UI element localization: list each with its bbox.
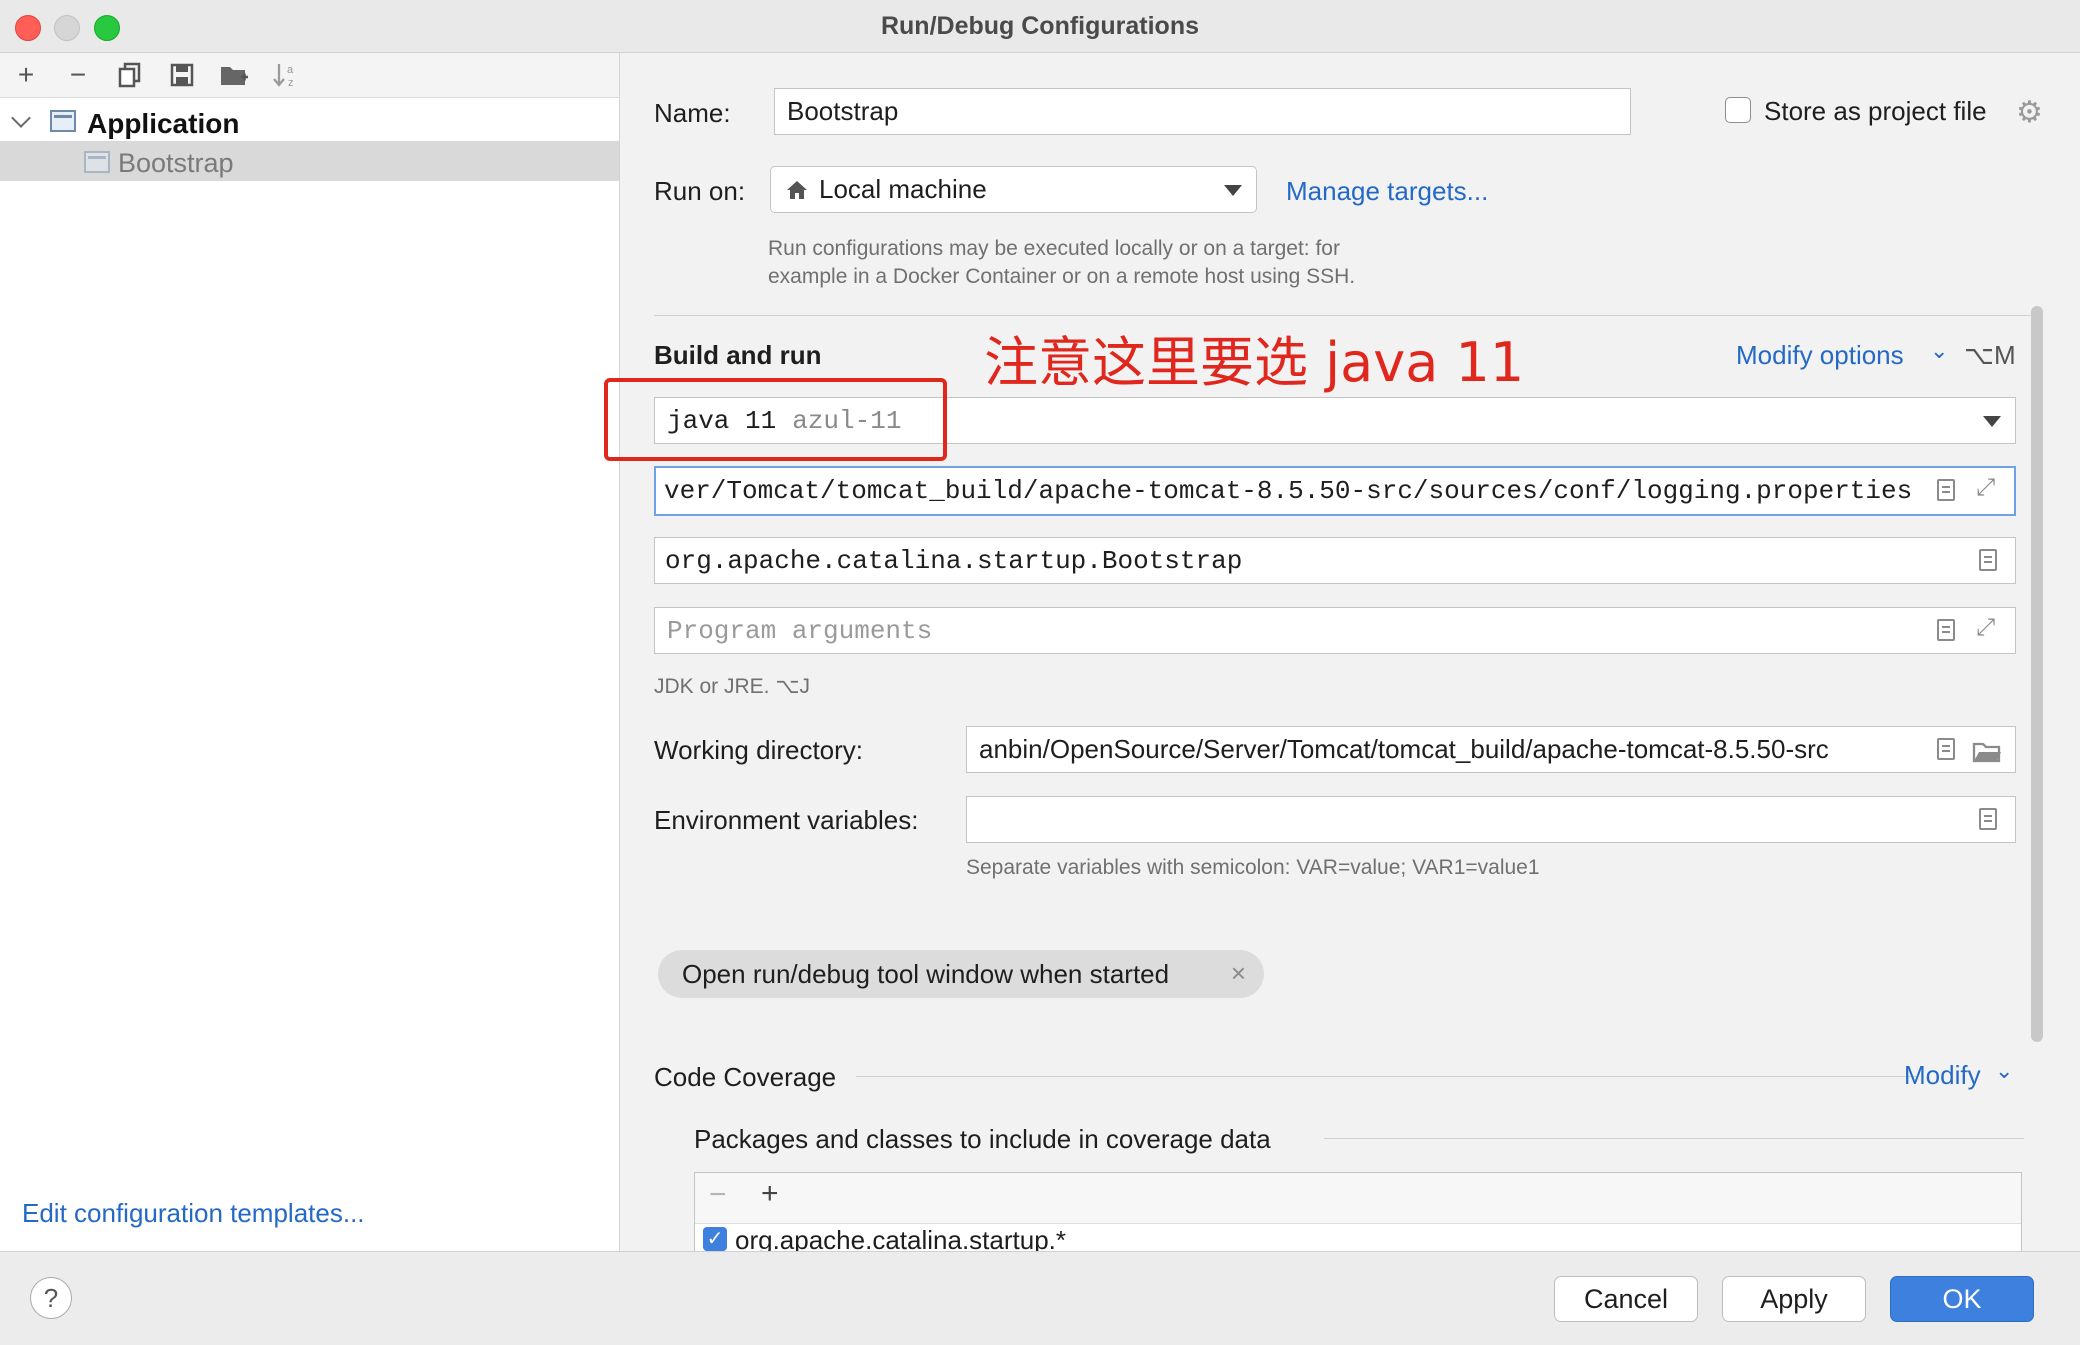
application-config-icon	[50, 110, 76, 132]
svg-text:a: a	[287, 64, 294, 76]
expand-icon[interactable]: ⤢	[1976, 474, 1995, 502]
chevron-down-icon[interactable]	[11, 108, 31, 128]
application-config-icon	[84, 151, 110, 173]
run-on-value: Local machine	[819, 174, 987, 204]
document-icon[interactable]	[1979, 549, 1997, 571]
code-coverage-title: Code Coverage	[654, 1062, 837, 1092]
gear-icon[interactable]: ⚙	[2016, 95, 2043, 130]
program-arguments-placeholder: Program arguments	[667, 615, 933, 646]
working-directory-value: anbin/OpenSource/Server/Tomcat/tomcat_bu…	[979, 734, 1829, 764]
separator	[856, 1076, 1916, 1077]
build-and-run-title: Build and run	[654, 340, 822, 370]
configurations-tree-pane: + − az Application Bootstrap Edit config…	[0, 53, 620, 1251]
run-on-dropdown[interactable]: Local machine	[770, 166, 1257, 213]
apply-button[interactable]: Apply	[1722, 1276, 1866, 1322]
environment-variables-field[interactable]	[966, 796, 2016, 843]
working-directory-label: Working directory:	[654, 735, 864, 765]
home-icon	[787, 180, 807, 199]
tree-item-label: Bootstrap	[118, 148, 234, 178]
cancel-button[interactable]: Cancel	[1554, 1276, 1698, 1322]
chevron-down-icon	[1224, 185, 1242, 196]
remove-icon[interactable]: −	[60, 57, 96, 93]
annotation-text: 注意这里要选 java 11	[984, 331, 1525, 394]
ok-button[interactable]: OK	[1890, 1276, 2034, 1322]
name-value: Bootstrap	[787, 96, 899, 126]
run-debug-dialog: Run/Debug Configurations + − az Applicat…	[0, 0, 2080, 1345]
window-title: Run/Debug Configurations	[880, 12, 1200, 40]
close-icon[interactable]: ×	[1231, 958, 1246, 989]
document-icon[interactable]	[1937, 738, 1955, 760]
tree-item-application[interactable]: Application	[0, 101, 619, 141]
coverage-packages-list: − + ✓ org.apache.catalina.startup.*	[694, 1172, 2022, 1251]
working-directory-field[interactable]: anbin/OpenSource/Server/Tomcat/tomcat_bu…	[966, 726, 2016, 773]
coverage-modify-link[interactable]: Modify	[1904, 1060, 1981, 1091]
vm-options-field[interactable]: ver/Tomcat/tomcat_build/apache-tomcat-8.…	[654, 466, 2016, 516]
folder-icon[interactable]	[1972, 741, 2002, 763]
jdk-hint-text: JDK or JRE. ⌥J	[654, 675, 811, 698]
document-icon[interactable]	[1937, 479, 1955, 501]
new-folder-icon[interactable]	[216, 57, 252, 93]
expand-icon[interactable]: ⤢	[1976, 614, 1995, 642]
vm-options-value: ver/Tomcat/tomcat_build/apache-tomcat-8.…	[664, 476, 1913, 506]
save-icon[interactable]	[164, 57, 200, 93]
name-field[interactable]: Bootstrap	[774, 88, 1631, 135]
program-arguments-field[interactable]: Program arguments	[654, 607, 2016, 654]
document-icon[interactable]	[1937, 619, 1955, 641]
modify-options-shortcut: ⌥M	[1964, 340, 2016, 370]
tree-item-label: Application	[87, 108, 240, 139]
run-on-label: Run on:	[654, 176, 746, 206]
run-on-hint-line-1: Run configurations may be executed local…	[768, 237, 1340, 260]
separator	[1324, 1138, 2024, 1139]
annotation-highlight-box	[604, 378, 947, 461]
open-tool-window-option-chip[interactable]: Open run/debug tool window when started …	[658, 950, 1264, 998]
manage-targets-link[interactable]: Manage targets...	[1286, 176, 1488, 207]
remove-icon[interactable]: −	[709, 1178, 727, 1212]
run-on-hint-line-2: example in a Docker Container or on a re…	[768, 265, 1356, 288]
chevron-down-icon[interactable]: ⌄	[1995, 1058, 2013, 1084]
chip-label: Open run/debug tool window when started	[682, 958, 1170, 989]
name-label: Name:	[654, 98, 731, 128]
add-icon[interactable]: +	[8, 57, 44, 93]
edit-configuration-templates-link[interactable]: Edit configuration templates...	[22, 1198, 365, 1229]
separator	[654, 315, 2034, 316]
copy-icon[interactable]	[112, 57, 148, 93]
modify-options-link[interactable]: Modify options	[1736, 340, 1904, 371]
coverage-packages-title: Packages and classes to include in cover…	[694, 1124, 1271, 1154]
dialog-footer: ? Cancel Apply OK	[0, 1251, 2080, 1345]
main-class-field[interactable]: org.apache.catalina.startup.Bootstrap	[654, 537, 2016, 584]
environment-variables-hint: Separate variables with semicolon: VAR=v…	[966, 856, 1540, 879]
configuration-form: Name: Bootstrap Store as project file ⚙ …	[620, 53, 2080, 1251]
coverage-item-checkbox[interactable]: ✓	[703, 1227, 727, 1251]
document-icon[interactable]	[1979, 808, 1997, 830]
chevron-down-icon	[1983, 416, 2001, 427]
environment-variables-label: Environment variables:	[654, 805, 919, 835]
sort-icon[interactable]: az	[268, 57, 304, 93]
main-class-value: org.apache.catalina.startup.Bootstrap	[665, 545, 1243, 576]
chevron-down-icon[interactable]: ⌄	[1930, 338, 1948, 364]
add-icon[interactable]: +	[761, 1177, 779, 1211]
form-scrollbar[interactable]	[2031, 306, 2043, 1042]
coverage-list-toolbar: − +	[695, 1173, 2021, 1224]
coverage-item-label: org.apache.catalina.startup.*	[735, 1225, 1066, 1251]
help-button[interactable]: ?	[30, 1277, 72, 1319]
tree-item-bootstrap[interactable]: Bootstrap	[0, 141, 619, 181]
store-as-project-file-checkbox[interactable]	[1725, 97, 1751, 123]
tree-toolbar: + − az	[0, 53, 619, 98]
title-bar: Run/Debug Configurations	[0, 0, 2080, 53]
store-as-project-file-label: Store as project file	[1764, 96, 1987, 126]
svg-text:z: z	[288, 77, 294, 88]
